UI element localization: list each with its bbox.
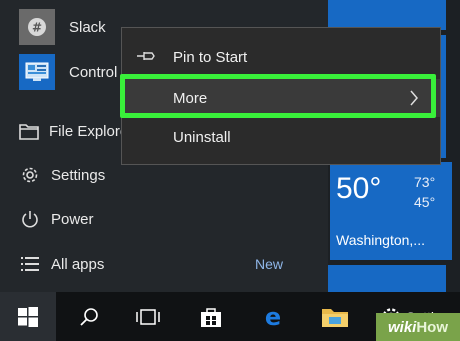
menu-item-pin-to-start[interactable]: Pin to Start xyxy=(122,38,440,76)
wikihow-watermark: wiki How xyxy=(376,313,460,341)
app-label-slack: Slack xyxy=(69,18,106,36)
store-button[interactable] xyxy=(188,292,234,341)
tile-top[interactable] xyxy=(328,0,446,30)
search-icon xyxy=(80,307,98,326)
pin-icon xyxy=(136,49,158,68)
power-icon xyxy=(19,208,41,230)
nav-item-settings[interactable]: Settings xyxy=(0,155,125,195)
task-view-icon xyxy=(136,308,160,325)
menu-item-uninstall[interactable]: Uninstall xyxy=(122,118,440,156)
search-button[interactable] xyxy=(66,292,112,341)
new-badge: New xyxy=(255,256,284,272)
menu-label-pin-to-start: Pin to Start xyxy=(173,48,248,66)
nav-label-power: Power xyxy=(51,210,94,228)
file-explorer-icon xyxy=(19,120,39,142)
list-icon xyxy=(19,253,41,275)
nav-item-file-explorer[interactable]: File Explore xyxy=(0,111,129,151)
svg-text:#: # xyxy=(32,21,42,35)
svg-text:e: e xyxy=(265,304,281,330)
app-item-slack[interactable]: # Slack xyxy=(0,7,125,47)
tile-bottom[interactable] xyxy=(328,265,446,292)
weather-high: 73° xyxy=(414,174,436,190)
task-view-button[interactable] xyxy=(124,292,172,341)
weather-low: 45° xyxy=(414,194,436,210)
weather-city: Washington,... xyxy=(336,232,425,248)
nav-item-all-apps[interactable]: All apps xyxy=(0,244,125,284)
gear-icon xyxy=(19,164,41,186)
nav-label-file-explorer: File Explore xyxy=(49,122,129,140)
nav-label-all-apps: All apps xyxy=(51,255,105,273)
watermark-wiki: wiki xyxy=(387,318,417,336)
weather-temp: 50° xyxy=(336,172,382,205)
start-button[interactable] xyxy=(0,292,56,341)
weather-tile[interactable]: 50° 73° 45° Washington,... xyxy=(330,162,452,260)
highlight-box xyxy=(120,74,436,118)
slack-icon: # xyxy=(19,9,55,45)
folder-icon xyxy=(322,308,348,327)
menu-label-uninstall: Uninstall xyxy=(173,128,231,146)
app-label-control-panel: Control xyxy=(69,63,118,81)
store-icon xyxy=(201,307,221,327)
edge-button[interactable]: e xyxy=(248,292,298,341)
nav-label-settings: Settings xyxy=(51,166,106,184)
watermark-how: How xyxy=(416,318,449,336)
taskbar: e Settings wikiHow xyxy=(0,292,460,341)
windows-logo-icon xyxy=(18,306,38,327)
app-item-control-panel[interactable]: Control xyxy=(0,52,125,92)
edge-icon: e xyxy=(265,304,281,330)
file-explorer-taskbar-button[interactable] xyxy=(312,292,358,341)
control-panel-icon xyxy=(19,54,55,90)
nav-item-power[interactable]: Power xyxy=(0,199,125,239)
